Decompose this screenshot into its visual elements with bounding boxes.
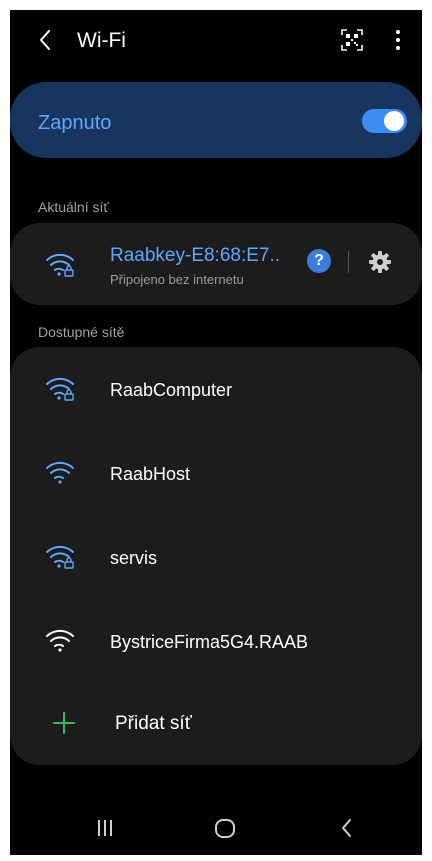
available-networks-heading: Dostupné sítě <box>38 324 125 340</box>
network-name: servis <box>110 548 158 568</box>
network-name: RaabHost <box>110 464 191 484</box>
current-network-status: Připojeno bez internetu <box>110 272 244 287</box>
current-network-name: Raabkey-E8:68:E7.. <box>110 245 281 266</box>
wifi-settings-screen: Wi-Fi Zapnuto Aktuální síť Raabkey-E8:68… <box>10 10 422 855</box>
network-name: RaabComputer <box>110 380 233 400</box>
home-icon[interactable] <box>213 816 237 840</box>
network-name: BystriceFirma5G4.RAAB <box>110 632 309 652</box>
wifi-switch[interactable] <box>362 109 407 133</box>
navigation-bar <box>10 800 422 855</box>
switch-knob <box>384 111 404 131</box>
toggle-label: Zapnuto <box>38 112 112 134</box>
wifi-secured-icon <box>46 545 74 569</box>
chevron-left-icon[interactable] <box>34 28 58 52</box>
app-bar: Wi-Fi <box>10 10 422 72</box>
plus-icon <box>53 712 75 734</box>
add-network-row[interactable]: Přidat síť <box>10 683 422 763</box>
wifi-icon <box>46 461 74 484</box>
help-icon[interactable]: ? <box>307 249 331 273</box>
more-vert-icon[interactable] <box>388 28 408 52</box>
current-network-card[interactable]: Raabkey-E8:68:E7.. Připojeno bez interne… <box>10 223 422 305</box>
network-row[interactable]: RaabComputer <box>10 347 422 427</box>
network-row[interactable]: servis <box>10 515 422 595</box>
wifi-master-toggle[interactable]: Zapnuto <box>10 82 422 158</box>
qr-scan-icon[interactable] <box>341 29 363 51</box>
add-network-label: Přidat síť <box>115 713 192 734</box>
page-title: Wi-Fi <box>77 29 126 52</box>
gear-icon[interactable] <box>368 250 392 274</box>
current-network-heading: Aktuální síť <box>38 199 109 215</box>
wifi-secured-icon <box>46 377 74 401</box>
recents-icon[interactable] <box>93 816 117 840</box>
back-icon[interactable] <box>335 816 359 840</box>
available-networks-list: RaabComputer RaabHost servis BystriceFir… <box>10 347 422 765</box>
divider <box>348 251 349 273</box>
wifi-icon <box>46 629 74 652</box>
wifi-secured-icon <box>46 253 74 277</box>
network-row[interactable]: BystriceFirma5G4.RAAB <box>10 599 422 679</box>
network-row[interactable]: RaabHost <box>10 431 422 511</box>
